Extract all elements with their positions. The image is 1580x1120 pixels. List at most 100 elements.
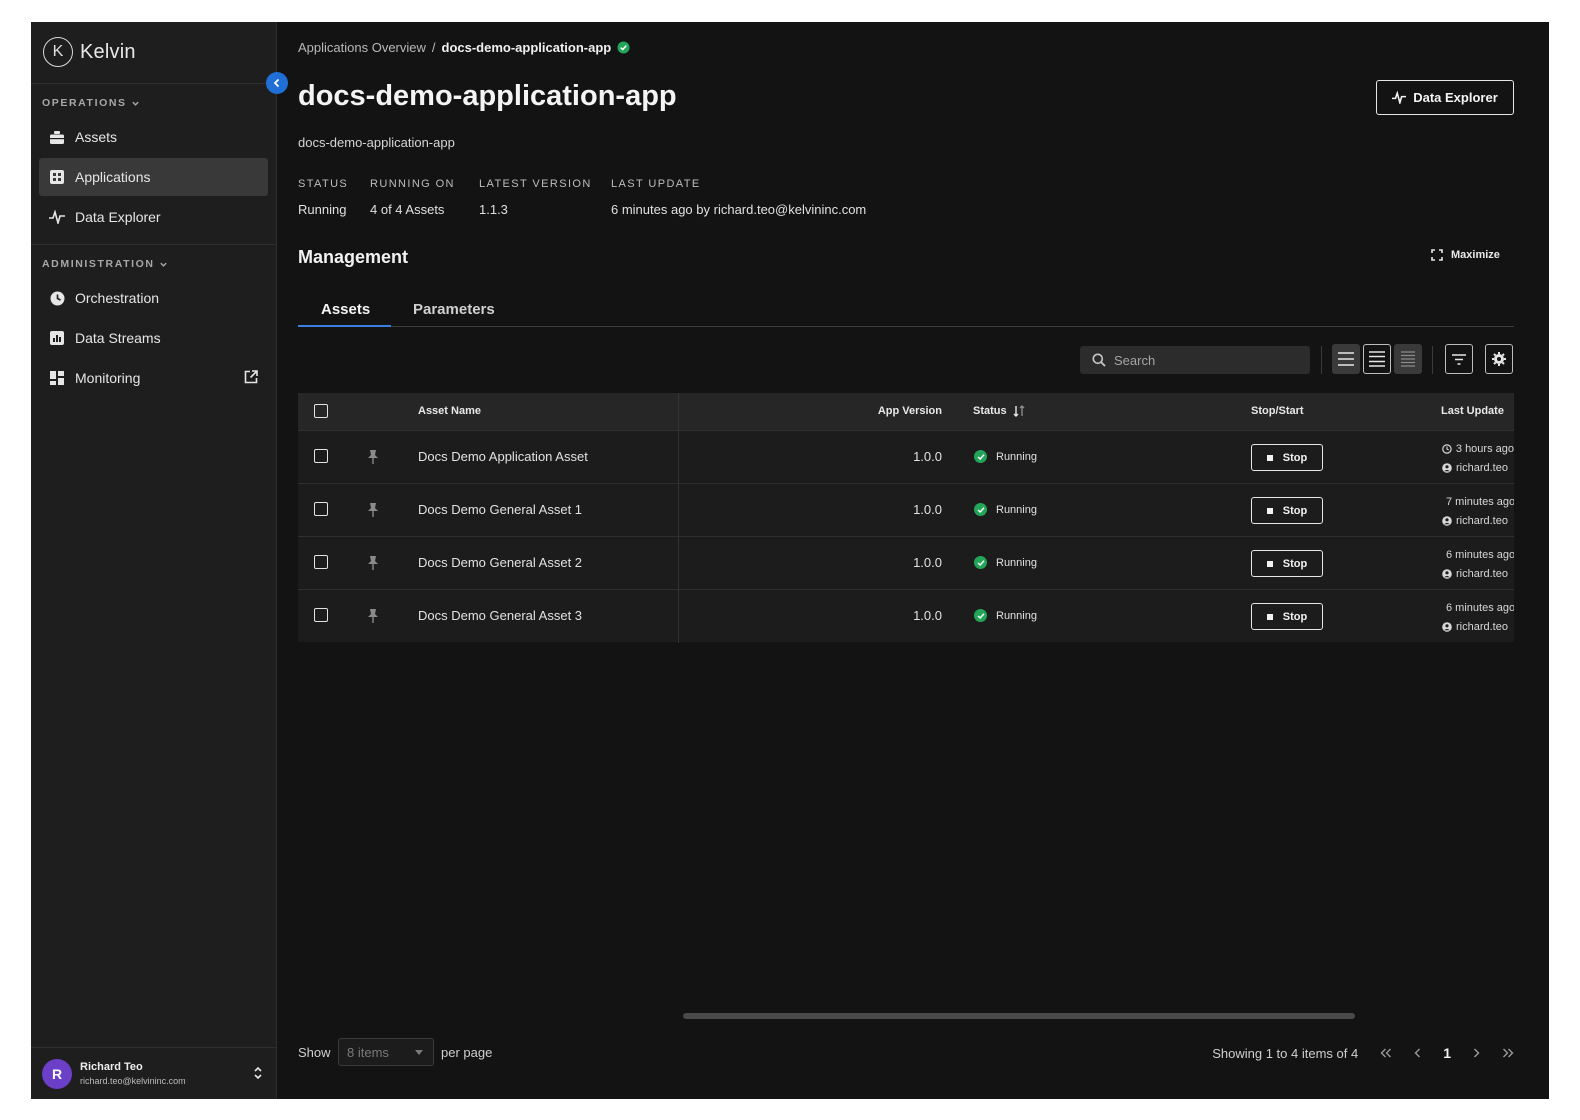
header-last-update[interactable]: Last Update [1441, 405, 1504, 417]
last-update-text: 7 minutes ago [1446, 496, 1514, 508]
last-update-time: 7 minutes ago [1442, 496, 1514, 508]
external-link-icon[interactable] [244, 370, 258, 387]
horizontal-scrollbar[interactable] [683, 1013, 1355, 1019]
column-divider[interactable] [678, 393, 679, 643]
row-checkbox[interactable] [314, 555, 328, 569]
latest-version-label: LATEST VERSION [479, 178, 592, 190]
stop-button[interactable]: Stop [1251, 550, 1323, 577]
data-explorer-button[interactable]: Data Explorer [1376, 80, 1514, 115]
prev-page-icon[interactable] [1414, 1045, 1421, 1061]
showing-text: Showing 1 to 4 items of 4 [1212, 1045, 1359, 1061]
sidebar-item-monitoring[interactable]: Monitoring [39, 359, 268, 397]
kelvin-logo[interactable]: K Kelvin [43, 37, 136, 67]
check-circle-icon [974, 556, 987, 569]
page-subtitle: docs-demo-application-app [298, 135, 455, 150]
status-text: Running [996, 556, 1037, 569]
tab-assets[interactable]: Assets [321, 301, 370, 318]
sidebar-item-assets[interactable]: Assets [39, 118, 268, 156]
current-page[interactable]: 1 [1443, 1045, 1451, 1061]
asset-name[interactable]: Docs Demo General Asset 1 [418, 502, 582, 517]
running-on-value: 4 of 4 Assets [370, 202, 445, 217]
orchestration-icon [49, 290, 65, 306]
last-page-icon[interactable] [1502, 1045, 1514, 1061]
stop-button[interactable]: Stop [1251, 603, 1323, 630]
header-asset-name[interactable]: Asset Name [418, 405, 481, 417]
status-text: Running [996, 503, 1037, 516]
page-title: docs-demo-application-app [298, 80, 677, 112]
pin-icon[interactable] [367, 555, 379, 574]
first-page-icon[interactable] [1380, 1045, 1392, 1061]
user-menu[interactable]: R Richard Teo richard.teo@kelvininc.com [31, 1047, 277, 1099]
last-update-user: richard.teo [1442, 462, 1514, 474]
row-checkbox[interactable] [314, 449, 328, 463]
pin-icon[interactable] [367, 608, 379, 627]
sidebar-item-label: Data Streams [75, 330, 161, 346]
next-page-icon[interactable] [1473, 1045, 1480, 1061]
filter-button[interactable] [1445, 344, 1473, 374]
status-running: Running [974, 609, 1037, 622]
sidebar-item-applications[interactable]: Applications [39, 158, 268, 196]
per-page-select[interactable]: 8 items [338, 1038, 434, 1066]
app-version: 1.0.0 [913, 608, 942, 623]
app-name: Kelvin [80, 40, 136, 63]
table-row[interactable]: Docs Demo General Asset 3 1.0.0 Running … [298, 589, 1514, 642]
status-value: Running [298, 202, 347, 217]
toolbar-divider [1432, 346, 1433, 374]
search-input[interactable]: Search [1080, 346, 1310, 374]
main-content: Applications Overview / docs-demo-applic… [298, 22, 1549, 1099]
breadcrumb-parent-link[interactable]: Applications Overview [298, 40, 426, 55]
asset-name[interactable]: Docs Demo Application Asset [418, 449, 588, 464]
tab-parameters[interactable]: Parameters [413, 301, 495, 318]
last-update-user: richard.teo [1442, 621, 1514, 633]
pin-icon[interactable] [367, 502, 379, 521]
stop-label: Stop [1282, 557, 1308, 570]
status-text: Running [996, 450, 1037, 463]
asset-name[interactable]: Docs Demo General Asset 2 [418, 555, 582, 570]
table-row[interactable]: Docs Demo General Asset 1 1.0.0 Running … [298, 483, 1514, 536]
administration-section-toggle[interactable]: ADMINISTRATION [42, 258, 168, 270]
maximize-button[interactable]: Maximize [1431, 249, 1500, 261]
chevron-down-icon [131, 101, 139, 106]
sidebar-item-data-explorer[interactable]: Data Explorer [39, 198, 268, 236]
search-icon [1092, 353, 1106, 367]
header-status-label: Status [973, 405, 1007, 417]
last-update-username: richard.teo [1456, 568, 1508, 580]
check-circle-icon [974, 503, 987, 516]
stop-icon [1266, 613, 1273, 620]
pulse-icon [49, 209, 65, 225]
collapse-sidebar-button[interactable] [266, 72, 288, 94]
operations-section-toggle[interactable]: OPERATIONS [42, 97, 140, 109]
chevron-up-down-icon[interactable] [253, 1065, 263, 1086]
row-checkbox[interactable] [314, 608, 328, 622]
table-row[interactable]: Docs Demo General Asset 2 1.0.0 Running … [298, 536, 1514, 589]
density-compact-button[interactable] [1332, 344, 1360, 374]
last-update-value: 6 minutes ago by richard.teo@kelvininc.c… [611, 202, 867, 217]
operations-section-title: OPERATIONS [42, 97, 127, 109]
stop-button[interactable]: Stop [1251, 444, 1323, 471]
last-update-username: richard.teo [1456, 621, 1508, 633]
sidebar: K Kelvin OPERATIONS Assets Applications [31, 22, 288, 1099]
breadcrumb-current: docs-demo-application-app [441, 40, 612, 55]
row-checkbox[interactable] [314, 502, 328, 516]
user-circle-icon [1442, 463, 1452, 473]
last-update-user: richard.teo [1442, 515, 1514, 527]
sidebar-item-data-streams[interactable]: Data Streams [39, 319, 268, 357]
management-title: Management [298, 247, 409, 267]
header-status[interactable]: Status [973, 405, 1025, 417]
header-app-version[interactable]: App Version [878, 405, 942, 417]
select-all-checkbox[interactable] [314, 404, 328, 418]
density-comfortable-button[interactable] [1394, 344, 1422, 374]
monitoring-icon [49, 370, 65, 386]
sidebar-item-orchestration[interactable]: Orchestration [39, 279, 268, 317]
sidebar-item-label: Data Explorer [75, 209, 161, 225]
assets-table: Asset Name App Version Status Stop/Start… [298, 393, 1514, 642]
asset-name[interactable]: Docs Demo General Asset 3 [418, 608, 582, 623]
table-settings-button[interactable] [1485, 344, 1513, 374]
status-running: Running [974, 556, 1037, 569]
stop-button[interactable]: Stop [1251, 497, 1323, 524]
assets-icon [49, 129, 65, 145]
pin-icon[interactable] [367, 449, 379, 468]
table-row[interactable]: Docs Demo Application Asset 1.0.0 Runnin… [298, 430, 1514, 483]
status-text: Running [996, 609, 1037, 622]
density-default-button[interactable] [1363, 344, 1391, 374]
